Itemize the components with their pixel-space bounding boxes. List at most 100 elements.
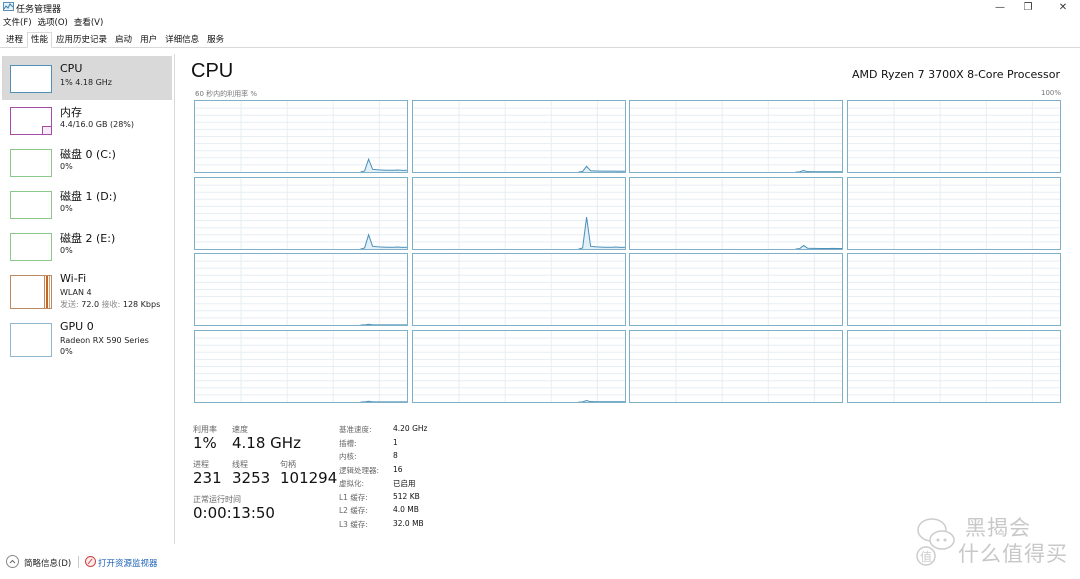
- close-button[interactable]: ✕: [1048, 0, 1078, 16]
- spec-key: L1 缓存:: [339, 492, 368, 502]
- sidebar-item-label: 磁盘 2 (E:): [60, 232, 116, 245]
- chevron-up-icon[interactable]: [6, 555, 19, 568]
- spec-key: 基准速度:: [339, 425, 372, 434]
- tab-app-history[interactable]: 应用历史记录: [52, 32, 111, 47]
- spec-key: L3 缓存:: [339, 519, 368, 529]
- sidebar-item-disk-1[interactable]: 磁盘 1 (D:) 0%: [2, 182, 172, 226]
- usage-line: [360, 323, 407, 325]
- receive-label: 接收:: [101, 300, 121, 309]
- processes-value: 231: [193, 469, 222, 487]
- tab-processes[interactable]: 进程: [2, 32, 27, 47]
- maximize-button[interactable]: ❐: [1013, 0, 1043, 16]
- logical-processor-graph: [629, 100, 843, 173]
- watermark-badge: 值: [920, 549, 932, 564]
- wifi-thumbnail-graph: [10, 275, 52, 309]
- sidebar-item-value: 0%: [60, 204, 73, 213]
- fewer-details-button[interactable]: 简略信息(D): [24, 557, 71, 569]
- sidebar-item-gpu-0[interactable]: GPU 0 Radeon RX 590 Series 0%: [2, 314, 172, 362]
- menu-options[interactable]: 选项(O): [35, 16, 71, 30]
- send-value: 72.0: [81, 300, 100, 309]
- receive-value: 128 Kbps: [122, 300, 161, 309]
- utilization-value: 1%: [193, 434, 217, 452]
- tab-services[interactable]: 服务: [203, 32, 228, 47]
- spec-value: 16: [393, 464, 403, 474]
- spec-value: 4.0 MB: [393, 505, 419, 514]
- sidebar-item-label: 内存: [60, 106, 82, 119]
- spec-value: 4.20 GHz: [393, 424, 428, 433]
- spec-value: 32.0 MB: [393, 518, 424, 528]
- minimize-button[interactable]: —: [985, 0, 1015, 16]
- logical-processor-graph: [194, 100, 408, 173]
- logical-processor-graph: [194, 176, 408, 250]
- tab-bar: 进程 性能 应用历史记录 启动 用户 详细信息 服务: [0, 32, 1080, 48]
- spec-value: 8: [393, 451, 398, 460]
- spec-key: 虚拟化:: [339, 479, 365, 488]
- logical-processor-graph: [629, 176, 843, 250]
- footer-bar: 简略信息(D) 打开资源监视器: [0, 552, 400, 572]
- sidebar-item-value: Radeon RX 590 Series: [60, 336, 149, 345]
- logical-processor-graph: [846, 100, 1061, 173]
- logical-processor-graph: [846, 329, 1061, 403]
- logical-processor-graph: [194, 329, 408, 403]
- usage-graph: [847, 254, 1060, 325]
- sidebar-item-wifi[interactable]: Wi-Fi WLAN 4 发送: 72.0 接收: 128 Kbps: [2, 266, 172, 314]
- spec-key: 逻辑处理器:: [339, 465, 380, 475]
- spec-key: L2 缓存:: [339, 506, 368, 515]
- sidebar-item-value: 1% 4.18 GHz: [60, 78, 113, 87]
- cpu-model-name: AMD Ryzen 7 3700X 8-Core Processor: [852, 68, 1060, 81]
- logical-processor-graph: [411, 253, 626, 326]
- logical-processor-graph: [411, 176, 626, 250]
- logical-processor-graph: [629, 329, 843, 403]
- cpu-thumbnail-graph: [10, 65, 52, 93]
- sidebar-item-value: 4.4/16.0 GB (28%): [60, 120, 135, 129]
- watermark: 值 黑揭会 什么值得买: [910, 512, 1075, 572]
- sidebar-item-label: Wi-Fi: [60, 272, 87, 285]
- graph-max-label: 100%: [1040, 89, 1061, 97]
- tab-performance[interactable]: 性能: [27, 32, 53, 48]
- logical-processor-graph: [846, 176, 1061, 250]
- gpu-thumbnail-graph: [10, 323, 52, 357]
- logical-processor-graph: [411, 100, 626, 173]
- sidebar-item-label: 磁盘 0 (C:): [60, 148, 116, 161]
- send-label: 发送:: [60, 300, 79, 309]
- logical-processor-graphs: [194, 100, 1062, 405]
- menu-bar: 文件(F) 选项(O) 查看(V): [0, 16, 106, 30]
- sidebar-item-value: WLAN 4: [60, 288, 92, 297]
- resource-sidebar: CPU 1% 4.18 GHz 内存 4.4/16.0 GB (28%) 磁盘 …: [0, 54, 175, 544]
- sidebar-item-label: CPU: [60, 62, 83, 75]
- usage-graph: [847, 101, 1060, 172]
- usage-graph: [630, 330, 842, 402]
- usage-graph: [630, 254, 842, 325]
- sidebar-item-memory[interactable]: 内存 4.4/16.0 GB (28%): [2, 98, 172, 142]
- tab-startup[interactable]: 启动: [111, 32, 136, 47]
- sidebar-item-disk-0[interactable]: 磁盘 0 (C:) 0%: [2, 140, 172, 184]
- usage-graph: [195, 177, 407, 249]
- handles-value: 101294: [280, 469, 338, 487]
- uptime-value: 0:00:13:50: [193, 504, 275, 522]
- usage-graph: [412, 254, 625, 325]
- window-title: 任务管理器: [16, 5, 62, 15]
- spec-key: 内核:: [339, 452, 357, 461]
- spec-value: 512 KB: [393, 491, 420, 501]
- sidebar-item-cpu[interactable]: CPU 1% 4.18 GHz: [2, 56, 172, 100]
- open-resource-monitor-link[interactable]: 打开资源监视器: [98, 557, 158, 569]
- disk-2-thumbnail-graph: [10, 233, 52, 261]
- resource-monitor-icon: [85, 556, 96, 567]
- gpu-utilization: 0%: [60, 347, 73, 356]
- usage-graph: [412, 330, 625, 402]
- usage-graph: [630, 101, 842, 172]
- usage-graph: [195, 101, 407, 172]
- task-manager-icon: [3, 2, 14, 11]
- title-bar: 任务管理器 — ❐ ✕: [0, 0, 1080, 16]
- usage-graph: [412, 101, 625, 172]
- page-title: CPU: [191, 60, 234, 82]
- sidebar-item-disk-2[interactable]: 磁盘 2 (E:) 0%: [2, 224, 172, 268]
- usage-graph: [195, 330, 407, 402]
- logical-processor-graph: [629, 253, 843, 326]
- tab-details[interactable]: 详细信息: [161, 32, 203, 47]
- menu-file[interactable]: 文件(F): [0, 16, 35, 30]
- footer-divider: [78, 556, 79, 568]
- threads-value: 3253: [232, 469, 271, 487]
- menu-view[interactable]: 查看(V): [71, 16, 106, 30]
- tab-users[interactable]: 用户: [136, 32, 161, 47]
